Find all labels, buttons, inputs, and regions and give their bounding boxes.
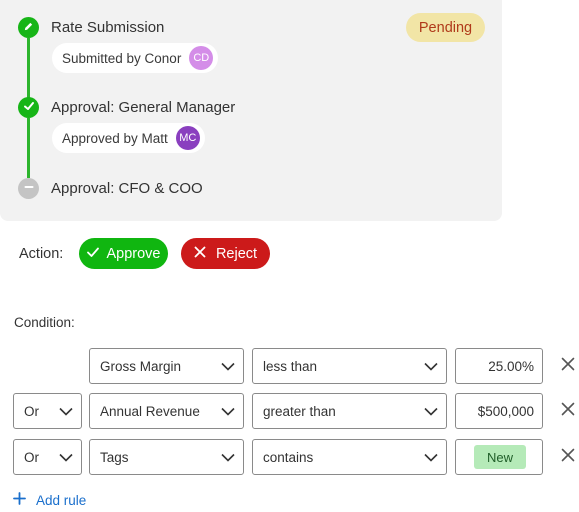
chevron-down-icon [221,359,235,374]
field-select[interactable]: Tags [89,439,244,475]
status-badge: Pending [406,13,485,42]
field-select-value: Gross Margin [100,358,182,374]
tag-chip[interactable]: New [474,445,527,469]
step-connector [27,38,30,98]
conjunction-select-value: Or [24,403,39,419]
value-input[interactable]: $500,000 [455,393,543,429]
reject-button[interactable]: Reject [181,238,270,269]
operator-select[interactable]: less than [252,348,447,384]
plus-icon [13,492,26,508]
step-status-done [18,97,39,118]
submitted-by-chip: Submitted by Conor CD [52,43,219,73]
action-label: Action: [19,246,64,262]
step-title: Approval: CFO & COO [51,180,203,197]
field-select-value: Annual Revenue [100,403,200,419]
minus-icon [23,180,35,198]
remove-rule-button[interactable] [558,356,578,376]
conjunction-select-value: Or [24,449,39,465]
approve-button[interactable]: Approve [79,238,168,269]
chevron-down-icon [221,404,235,419]
value-input[interactable]: 25.00% [455,348,543,384]
pencil-icon [23,19,34,37]
remove-rule-button[interactable] [558,401,578,421]
condition-label: Condition: [14,315,75,330]
chevron-down-icon [59,450,73,465]
step-status-pending [18,178,39,199]
approve-label: Approve [106,245,161,262]
field-select[interactable]: Gross Margin [89,348,244,384]
chip-text: Approved by Matt [62,130,168,146]
conjunction-select[interactable]: Or [13,439,82,475]
operator-select-value: less than [263,358,318,374]
operator-select-value: contains [263,449,314,465]
step-title: Approval: General Manager [51,99,236,116]
chip-text: Submitted by Conor [62,50,182,66]
close-icon [561,357,575,376]
close-icon [561,402,575,421]
chevron-down-icon [221,450,235,465]
field-select[interactable]: Annual Revenue [89,393,244,429]
avatar: CD [189,46,214,70]
check-icon [23,99,35,117]
chevron-down-icon [424,450,438,465]
operator-select[interactable]: contains [252,439,447,475]
remove-rule-button[interactable] [558,447,578,467]
step-status-done [18,17,39,38]
check-icon [86,245,100,263]
reject-label: Reject [215,245,258,262]
add-rule-button[interactable]: Add rule [13,492,86,508]
approved-by-chip: Approved by Matt MC [52,123,205,153]
chevron-down-icon [59,404,73,419]
operator-select[interactable]: greater than [252,393,447,429]
tag-input[interactable]: New [455,439,543,475]
conjunction-select[interactable]: Or [13,393,82,429]
avatar: MC [175,126,200,150]
chevron-down-icon [424,404,438,419]
operator-select-value: greater than [263,403,336,419]
close-icon [194,246,206,262]
field-select-value: Tags [100,449,129,465]
step-title: Rate Submission [51,19,165,36]
add-rule-label: Add rule [36,492,87,508]
close-icon [561,448,575,467]
chevron-down-icon [424,359,438,374]
step-connector [27,118,30,178]
approval-workflow-panel: Rate Submission Submitted by Conor CD Ap… [0,0,502,221]
